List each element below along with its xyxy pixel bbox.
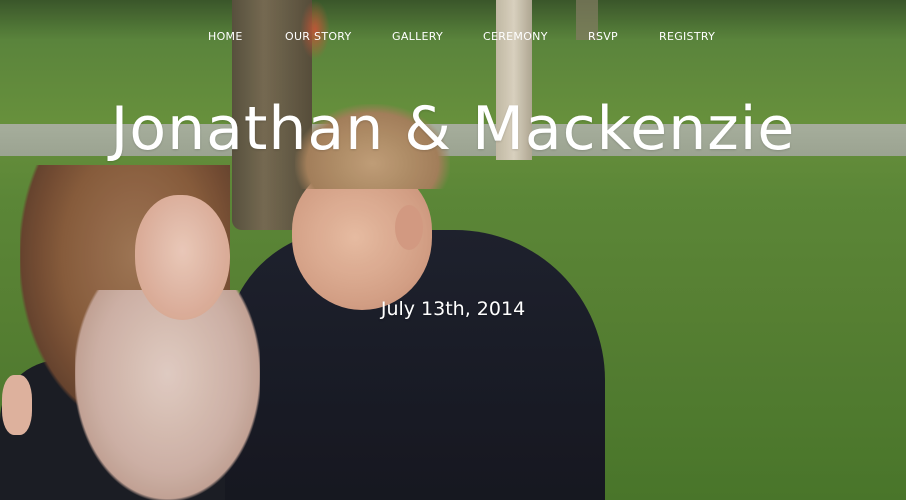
wedding-date: July 13th, 2014 (380, 298, 526, 320)
page-title: Jonathan & Mackenzie (110, 94, 796, 164)
nav-item-gallery[interactable]: GALLERY (392, 28, 443, 46)
nav-item-home[interactable]: HOME (208, 28, 243, 46)
nav-item-our-story[interactable]: OUR STORY (285, 28, 352, 46)
nav-item-ceremony[interactable]: CEREMONY (483, 28, 548, 46)
photo-overlay (0, 0, 906, 500)
nav-item-rsvp[interactable]: RSVP (588, 28, 618, 46)
hero-section: HOME OUR STORY GALLERY CEREMONY RSVP REG… (0, 0, 906, 500)
main-nav: HOME OUR STORY GALLERY CEREMONY RSVP REG… (0, 28, 906, 48)
nav-item-registry[interactable]: REGISTRY (659, 28, 715, 46)
